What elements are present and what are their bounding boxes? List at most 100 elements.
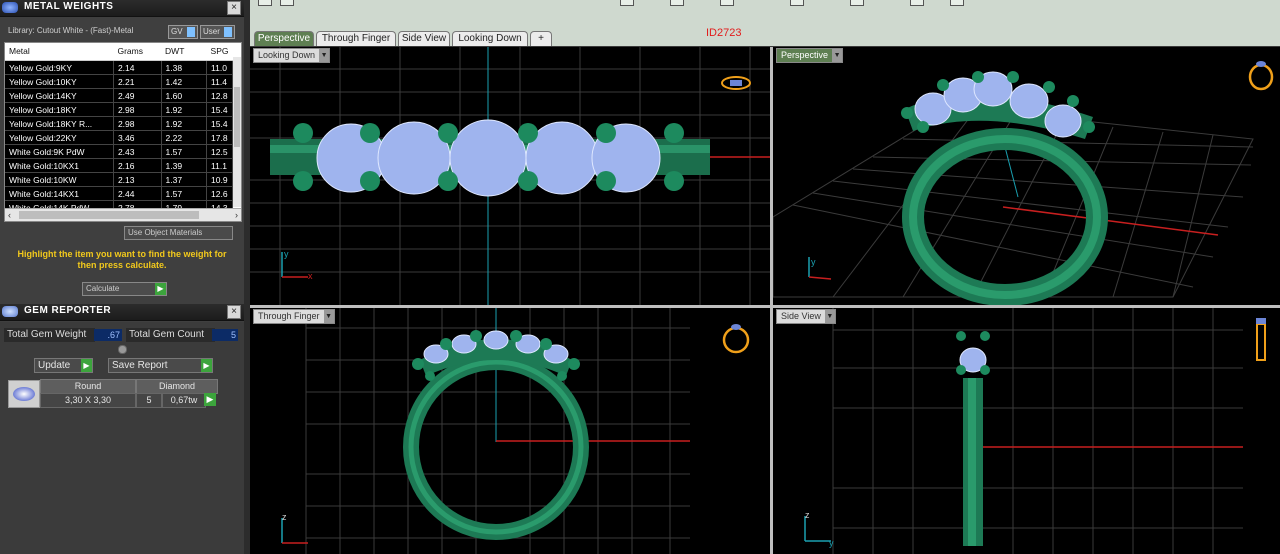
table-row[interactable]: White Gold:10KX1 2.16 1.39 11.1 xyxy=(5,158,233,173)
metal-name: Yellow Gold:18KY xyxy=(5,102,114,117)
viewport-perspective[interactable]: y Perspective ▼ xyxy=(773,47,1280,305)
total-gem-weight-label: Total Gem Weight xyxy=(4,328,95,342)
grams-value: 2.13 xyxy=(113,172,162,187)
col-metal[interactable]: Metal xyxy=(5,43,114,61)
update-button[interactable]: Update ▶ xyxy=(34,358,93,373)
gem-reporter-title: GEM REPORTER xyxy=(24,305,112,316)
grams-value: 2.98 xyxy=(113,102,162,117)
tab-side-view[interactable]: Side View xyxy=(398,31,450,46)
open-icon[interactable] xyxy=(280,0,294,6)
close-icon[interactable]: × xyxy=(227,1,241,15)
tool-icon[interactable] xyxy=(790,0,804,6)
dwt-value: 1.37 xyxy=(161,172,208,187)
dwt-value: 2.22 xyxy=(161,130,208,145)
chevron-down-icon[interactable]: ▼ xyxy=(824,310,835,323)
gem-count: 5 xyxy=(136,393,162,408)
spg-value: 12.6 xyxy=(206,186,233,201)
calculate-button[interactable]: Calculate ▶ xyxy=(82,282,167,296)
gem-reporter-body xyxy=(0,322,244,554)
tool-icon[interactable] xyxy=(950,0,964,6)
spg-value: 12.5 xyxy=(206,144,233,159)
user-button[interactable]: User xyxy=(200,25,235,39)
viewport-title: Looking Down xyxy=(258,50,316,60)
col-dwt[interactable]: DWT xyxy=(161,43,207,61)
grams-value: 2.49 xyxy=(113,88,162,103)
chevron-down-icon[interactable]: ▼ xyxy=(323,310,334,323)
toolbar xyxy=(250,0,1280,30)
viewport-splitter-vertical[interactable] xyxy=(770,47,773,554)
gem-weight: 0,67tw xyxy=(162,393,206,408)
viewport-looking-down[interactable]: y x Looking Down ▼ xyxy=(250,47,770,305)
chevron-down-icon[interactable]: ▼ xyxy=(319,49,330,62)
tool-icon[interactable] xyxy=(670,0,684,6)
chevron-down-icon[interactable]: ▼ xyxy=(832,49,843,62)
metal-table[interactable]: Metal Grams DWT SPG Yellow Gold:9KY 2.14 1… xyxy=(4,42,242,222)
z-axis-label: z xyxy=(282,512,287,522)
side-view-scene: z y xyxy=(804,308,1266,554)
tab-through-finger[interactable]: Through Finger xyxy=(316,31,396,46)
metal-name: White Gold:10KX1 xyxy=(5,158,114,173)
play-icon: ▶ xyxy=(81,359,92,372)
total-gem-count-label: Total Gem Count xyxy=(126,328,215,342)
viewport-through-finger[interactable]: z Through Finger ▼ xyxy=(250,308,770,554)
metal-name: White Gold:10KW xyxy=(5,172,114,187)
new-icon[interactable] xyxy=(258,0,272,6)
library-label: Library: Cutout White - (Fast)-Metal xyxy=(8,26,134,35)
grams-value: 2.21 xyxy=(113,74,162,89)
tab-perspective[interactable]: Perspective xyxy=(254,31,314,46)
metal-weights-icon xyxy=(2,2,18,13)
total-gem-count-value: 5 xyxy=(212,329,238,341)
table-row[interactable]: White Gold:14KX1 2.44 1.57 12.6 xyxy=(5,186,233,201)
table-row[interactable]: White Gold:9K PdW 2.43 1.57 12.5 xyxy=(5,144,233,159)
viewport-splitter-horizontal[interactable] xyxy=(250,305,1280,308)
table-row[interactable]: Yellow Gold:22KY 3.46 2.22 17.8 xyxy=(5,130,233,145)
gv-button[interactable]: GV xyxy=(168,25,198,39)
add-tab-button[interactable]: + xyxy=(530,31,552,46)
metal-name: White Gold:9K PdW xyxy=(5,144,114,159)
table-row[interactable]: Yellow Gold:9KY 2.14 1.38 11.0 xyxy=(5,60,233,75)
close-icon[interactable]: × xyxy=(227,305,241,319)
tool-icon[interactable] xyxy=(620,0,634,6)
dwt-value: 1.57 xyxy=(161,186,208,201)
metal-name: Yellow Gold:14KY xyxy=(5,88,114,103)
perspective-scene: y xyxy=(773,61,1274,305)
table-row[interactable]: Yellow Gold:18KY R... 2.98 1.92 15.4 xyxy=(5,116,233,131)
table-row[interactable]: White Gold:10KW 2.13 1.37 10.9 xyxy=(5,172,233,187)
metal-weights-header: METAL WEIGHTS × xyxy=(0,0,244,17)
tool-icon[interactable] xyxy=(910,0,924,6)
tool-icon[interactable] xyxy=(720,0,734,6)
use-object-materials-button[interactable]: Use Object Materials xyxy=(124,226,233,240)
viewport-label-looking-down[interactable]: Looking Down ▼ xyxy=(253,48,331,63)
tool-icon[interactable] xyxy=(850,0,864,6)
design-id: ID2723 xyxy=(706,27,742,39)
table-row[interactable]: Yellow Gold:14KY 2.49 1.60 12.8 xyxy=(5,88,233,103)
viewport-side-view[interactable]: z y Side View ▼ xyxy=(773,308,1280,554)
col-grams[interactable]: Grams xyxy=(113,43,162,61)
spg-value: 11.1 xyxy=(206,158,233,173)
dwt-value: 1.92 xyxy=(161,102,208,117)
save-report-button[interactable]: Save Report ▶ xyxy=(108,358,213,373)
viewport-label-perspective[interactable]: Perspective ▼ xyxy=(776,48,844,63)
round-gem-icon xyxy=(8,380,40,408)
viewport-label-through-finger[interactable]: Through Finger ▼ xyxy=(253,309,335,324)
viewport-label-side-view[interactable]: Side View ▼ xyxy=(776,309,836,324)
gv-label: GV xyxy=(171,27,183,36)
scroll-right-icon[interactable]: › xyxy=(235,210,238,220)
table-hscroll[interactable]: ‹ › xyxy=(5,208,241,221)
spg-value: 15.4 xyxy=(206,116,233,131)
col-spg[interactable]: SPG xyxy=(206,43,233,61)
table-vscroll[interactable] xyxy=(233,57,241,207)
gem-go-icon[interactable]: ▶ xyxy=(204,393,216,406)
table-row[interactable]: Yellow Gold:18KY 2.98 1.92 15.4 xyxy=(5,102,233,117)
grams-value: 3.46 xyxy=(113,130,162,145)
total-gem-weight-value: .67 xyxy=(94,329,122,341)
tab-looking-down[interactable]: Looking Down xyxy=(452,31,528,46)
scroll-left-icon[interactable]: ‹ xyxy=(8,210,11,220)
x-axis-label: x xyxy=(308,271,313,281)
spg-value: 11.4 xyxy=(206,74,233,89)
table-row[interactable]: Yellow Gold:10KY 2.21 1.42 11.4 xyxy=(5,74,233,89)
grams-value: 2.14 xyxy=(113,60,162,75)
panel-resize-handle[interactable] xyxy=(118,345,127,354)
gem-row[interactable]: Round Diamond 3,30 X 3,30 5 0,67tw ▶ xyxy=(6,379,238,408)
metal-weights-title: METAL WEIGHTS xyxy=(24,1,114,12)
